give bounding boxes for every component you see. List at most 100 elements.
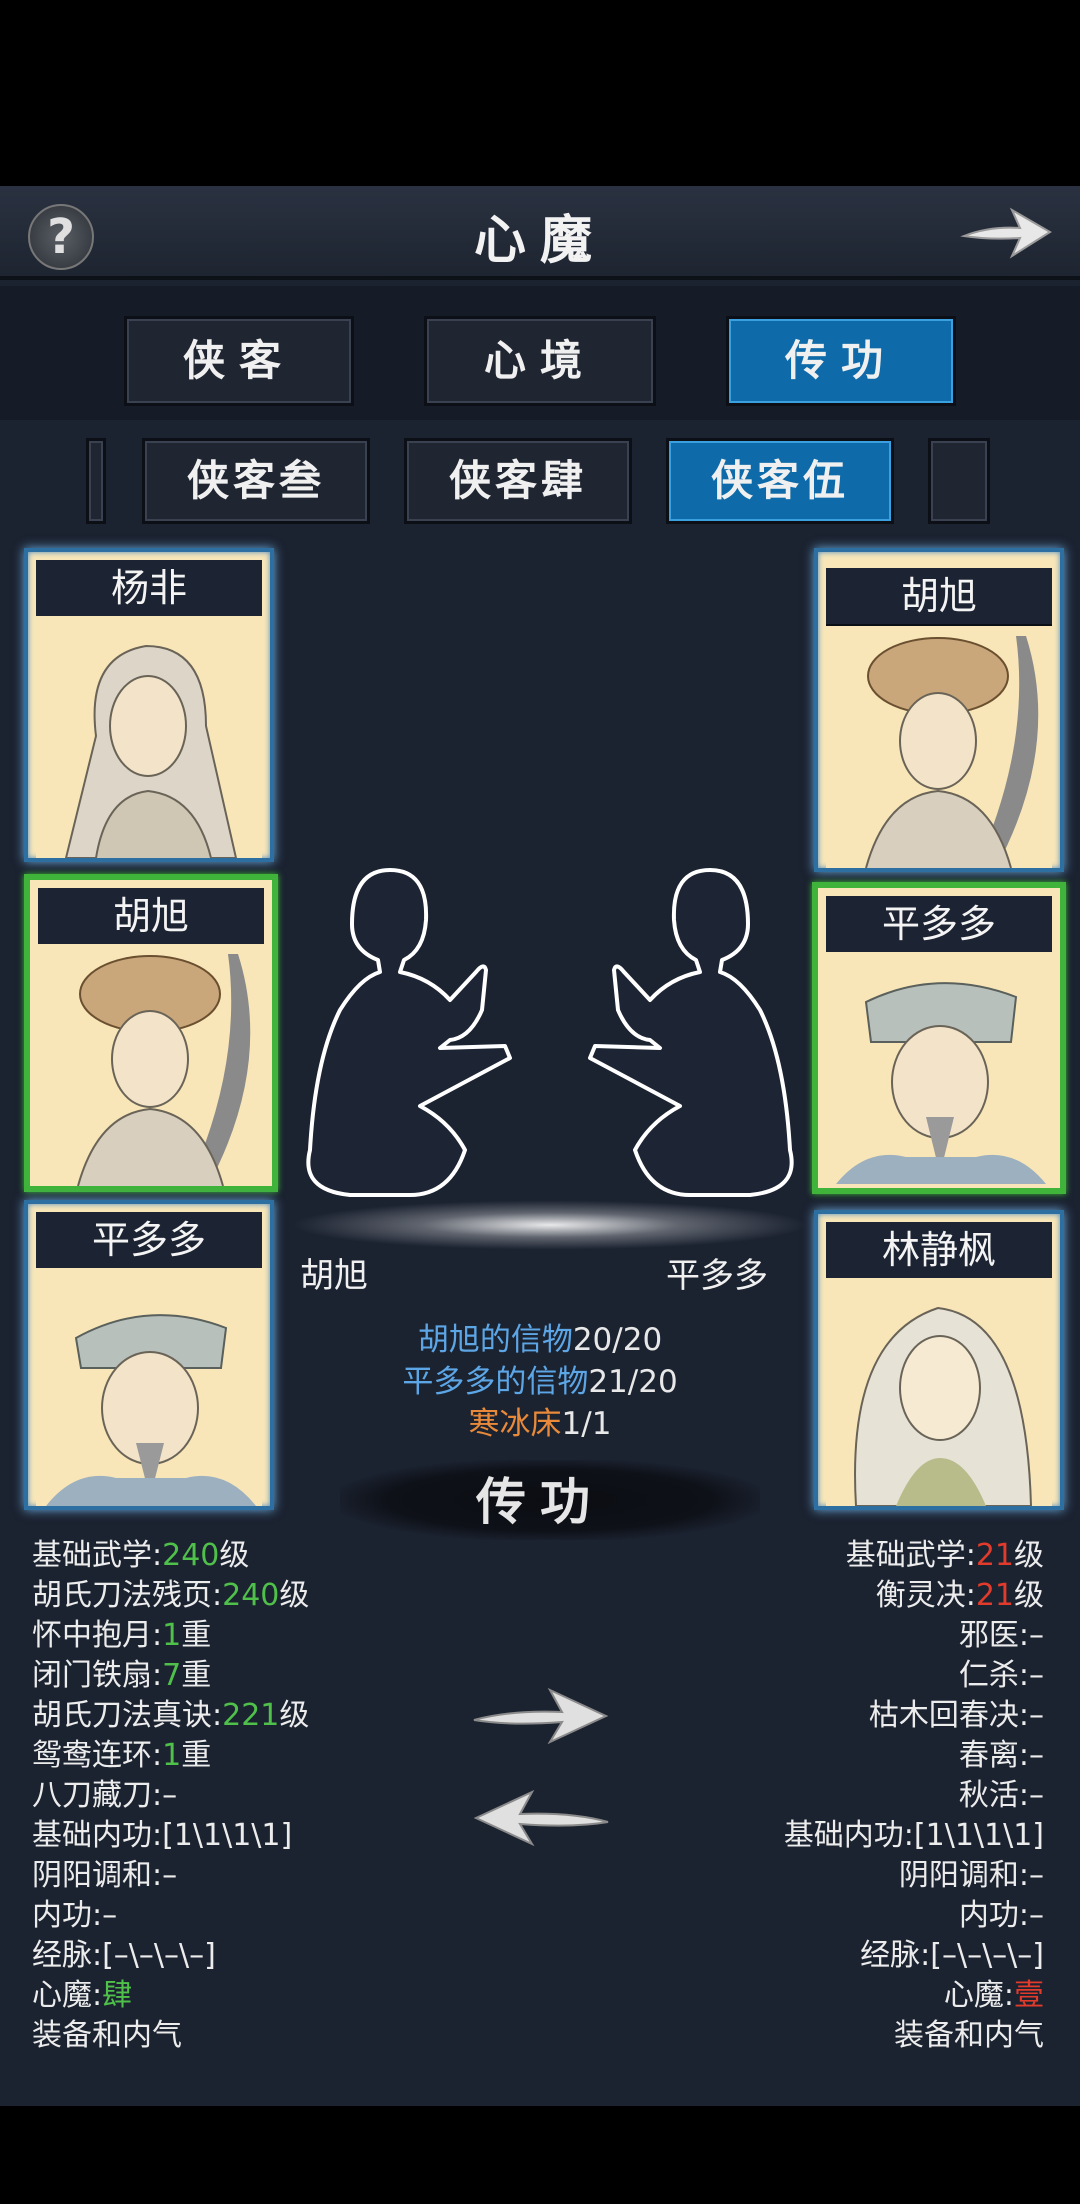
stat-label: 装备和内气	[32, 2018, 182, 2053]
stat-suffix: 级	[1014, 1578, 1044, 1613]
stat-label: 基础内功:[1\1\1\1]	[32, 1818, 293, 1853]
stat-suffix: 级	[279, 1698, 310, 1733]
stat-label: 八刀藏刀:–	[32, 1778, 178, 1813]
left-hero-card-huxu[interactable]: 胡旭	[24, 874, 278, 1192]
right-stat-row: 邪医:–	[584, 1616, 1044, 1656]
header-bar: ? 心魔	[0, 186, 1080, 280]
right-stat-row: 经脉:[–\–\–\–]	[584, 1936, 1044, 1976]
right-arrow-icon	[473, 1687, 609, 1745]
giver-stats-list: 基础武学:240级 胡氏刀法残页:240级 怀中抱月:1重 闭门铁扇:7重 胡氏刀法真诀…	[32, 1536, 492, 2056]
left-stat-row: 八刀藏刀:–	[32, 1776, 492, 1816]
stat-label: 仁杀:–	[958, 1658, 1044, 1693]
floor-glow	[290, 1200, 810, 1250]
hero-name: 胡旭	[38, 888, 264, 947]
stat-label: 衡灵决:	[875, 1578, 976, 1613]
stat-label: 阴阳调和:–	[32, 1858, 178, 1893]
stat-value: 1	[162, 1738, 182, 1773]
stat-label: 邪医:–	[958, 1618, 1044, 1653]
hero-portrait	[826, 626, 1052, 868]
transfer-backward-button[interactable]	[472, 1786, 612, 1850]
hero-portrait	[36, 616, 262, 858]
tab-chuangong-label: 传功	[784, 336, 897, 385]
left-stat-row: 基础内功:[1\1\1\1]	[32, 1816, 492, 1856]
requirement-receiver-token: 平多多的信物21/20	[402, 1364, 678, 1400]
stat-value: 1	[162, 1618, 182, 1653]
stat-suffix: 级	[1014, 1538, 1044, 1573]
stat-label: 鸳鸯连环:	[32, 1738, 163, 1773]
stat-label: 内功:–	[32, 1898, 118, 1933]
next-arrow-button[interactable]	[960, 202, 1052, 262]
right-hero-card-huxu[interactable]: 胡旭	[814, 548, 1064, 872]
left-stat-row: 胡氏刀法残页:240级	[32, 1576, 492, 1616]
left-stat-row: 鸳鸯连环:1重	[32, 1736, 492, 1776]
tab-xinjing[interactable]: 心境	[424, 316, 656, 406]
hero-name: 胡旭	[826, 568, 1052, 627]
left-hero-card-yangfei[interactable]: 杨非	[24, 548, 274, 862]
stat-value: 7	[162, 1658, 182, 1693]
hero-page-tab-bar: 侠客叁 侠客肆 侠客伍	[0, 420, 1080, 536]
stat-label: 秋活:–	[958, 1778, 1044, 1813]
left-stat-row: 内功:–	[32, 1896, 492, 1936]
stat-label: 基础武学:	[845, 1538, 976, 1573]
tab-partial-left[interactable]	[86, 438, 106, 524]
transfer-action-button[interactable]: 传功	[0, 1462, 1080, 1534]
tab-partial-right[interactable]	[928, 438, 990, 524]
stat-suffix: 级	[279, 1578, 310, 1613]
stat-value: 肆	[102, 1978, 133, 2013]
main-tab-bar: 侠客 心境 传功	[0, 286, 1080, 420]
receiver-stats-list: 基础武学:21级 衡灵决:21级 邪医:– 仁杀:– 枯木回春决:– 春离:– 秋活:– 基础…	[584, 1536, 1044, 2056]
stat-suffix: 级	[219, 1538, 250, 1573]
left-stat-row: 心魔:肆	[32, 1976, 492, 2016]
right-stat-row: 阴阳调和:–	[584, 1856, 1044, 1896]
stat-label: 春离:–	[958, 1738, 1044, 1773]
right-stat-row: 秋活:–	[584, 1776, 1044, 1816]
stat-label: 经脉:[–\–\–\–]	[32, 1938, 216, 1973]
left-stat-row: 装备和内气	[32, 2016, 492, 2056]
right-stat-row: 仁杀:–	[584, 1656, 1044, 1696]
tab-xiake-5[interactable]: 侠客伍	[666, 438, 894, 524]
right-stat-row: 装备和内气	[584, 2016, 1044, 2056]
tab-xinjing-label: 心境	[483, 336, 596, 385]
right-stat-row: 心魔:壹	[584, 1976, 1044, 2016]
tab-xiake-3[interactable]: 侠客叁	[142, 438, 370, 524]
stat-label: 枯木回春决:–	[868, 1698, 1044, 1733]
stat-value: 21	[975, 1578, 1014, 1613]
stat-label: 内功:–	[958, 1898, 1044, 1933]
hero-portrait	[826, 952, 1052, 1184]
stat-value: 壹	[1014, 1978, 1044, 2013]
receiver-name-label: 平多多	[666, 1256, 768, 1296]
requirement-ice-bed: 寒冰床1/1	[468, 1406, 612, 1442]
hero-name: 平多多	[36, 1212, 262, 1271]
tab-xiake-label: 侠客	[182, 336, 295, 385]
requirement-giver-token: 胡旭的信物20/20	[417, 1322, 663, 1358]
left-stat-row: 闭门铁扇:7重	[32, 1656, 492, 1696]
stat-label: 心魔:	[32, 1978, 103, 2013]
right-hero-card-pingduoduo[interactable]: 平多多	[812, 882, 1066, 1194]
stat-label: 基础内功:[1\1\1\1]	[783, 1818, 1044, 1853]
stat-label: 怀中抱月:	[32, 1618, 163, 1653]
transfer-forward-button[interactable]	[470, 1684, 610, 1748]
stat-label: 心魔:	[943, 1978, 1014, 2013]
stat-suffix: 重	[181, 1618, 212, 1653]
right-stat-row: 春离:–	[584, 1736, 1044, 1776]
left-stat-row: 胡氏刀法真诀:221级	[32, 1696, 492, 1736]
right-stat-row: 基础内功:[1\1\1\1]	[584, 1816, 1044, 1856]
left-stat-row: 阴阳调和:–	[32, 1856, 492, 1896]
page-title: 心魔	[473, 210, 606, 271]
giver-name-label: 胡旭	[300, 1256, 368, 1296]
stat-label: 阴阳调和:–	[898, 1858, 1044, 1893]
stat-label: 闭门铁扇:	[32, 1658, 163, 1693]
hero-name: 林静枫	[826, 1222, 1052, 1281]
right-stat-row: 内功:–	[584, 1896, 1044, 1936]
right-arrow-icon	[960, 207, 1052, 259]
right-stat-row: 衡灵决:21级	[584, 1576, 1044, 1616]
tab-xiake-5-label: 侠客伍	[710, 456, 849, 505]
stat-value: 21	[975, 1538, 1014, 1573]
stat-label: 装备和内气	[894, 2018, 1044, 2053]
left-stat-row: 经脉:[–\–\–\–]	[32, 1936, 492, 1976]
tab-xiake-4[interactable]: 侠客肆	[404, 438, 632, 524]
tab-xiake[interactable]: 侠客	[124, 316, 354, 406]
hero-portrait	[38, 944, 264, 1186]
hero-name: 杨非	[36, 560, 262, 619]
tab-chuangong[interactable]: 传功	[726, 316, 956, 406]
